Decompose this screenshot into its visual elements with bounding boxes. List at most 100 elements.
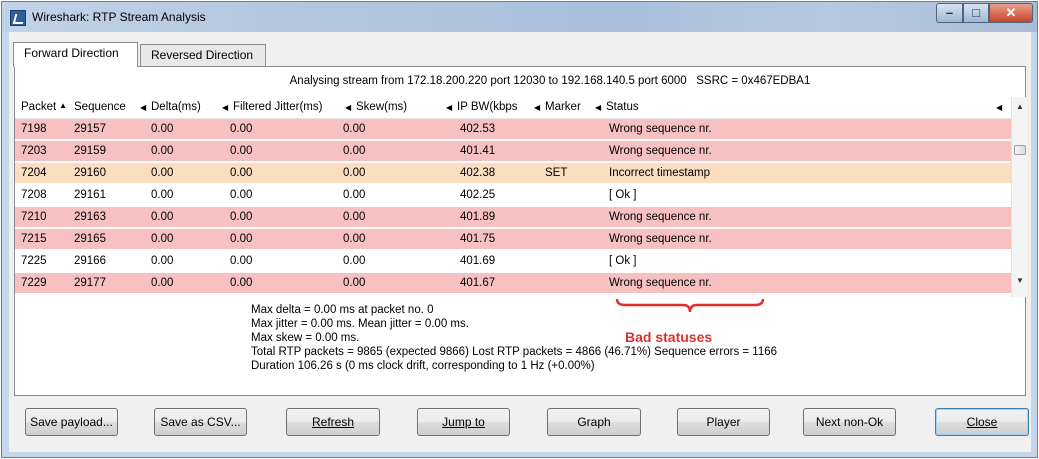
table-row[interactable]: 7210 29163 0.00 0.00 0.00 401.89 Wrong sequenc… — [15, 207, 1011, 228]
player-button[interactable]: Player — [677, 408, 770, 436]
bad-statuses-brace — [615, 299, 765, 313]
status-cell: [ Ok ] — [609, 189, 637, 201]
dialog-client-area: Forward Direction Reversed Direction Ana… — [9, 32, 1031, 452]
scroll-down-icon[interactable]: ▼ — [1012, 273, 1027, 289]
ip-bw-cell: 402.25 — [460, 189, 496, 201]
ip-bw-cell: 402.53 — [460, 123, 496, 135]
sequence-cell: 29177 — [74, 277, 106, 289]
status-cell: Wrong sequence nr. — [609, 277, 712, 289]
column-separator-icon: ◀ — [534, 103, 541, 112]
tab-forward-direction[interactable]: Forward Direction — [13, 42, 138, 67]
column-header-delta[interactable]: Delta(ms) — [151, 101, 201, 113]
save-payload-button[interactable]: Save payload... — [25, 408, 118, 436]
rtp-stream-analysis-window: Wireshark: RTP Stream Analysis – □ ✕ For… — [1, 1, 1038, 458]
delta-cell: 0.00 — [151, 189, 174, 201]
packet-cell: 7210 — [21, 211, 47, 223]
delta-cell: 0.00 — [151, 167, 174, 179]
bad-statuses-label: Bad statuses — [625, 329, 713, 345]
ssrc-value: SSRC = 0x467EDBA1 — [696, 75, 811, 87]
minimize-button[interactable]: – — [936, 3, 963, 23]
close-button[interactable]: Close — [935, 408, 1029, 436]
sequence-cell: 29163 — [74, 211, 106, 223]
status-cell: [ Ok ] — [609, 255, 637, 267]
status-cell: Wrong sequence nr. — [609, 233, 712, 245]
sequence-cell: 29165 — [74, 233, 106, 245]
graph-button[interactable]: Graph — [547, 408, 641, 436]
ip-bw-cell: 402.38 — [460, 167, 496, 179]
packet-cell: 7198 — [21, 123, 47, 135]
ip-bw-cell: 401.75 — [460, 233, 496, 245]
duration-text: Duration 106.26 s (0 ms clock drift, cor… — [251, 360, 595, 372]
marker-cell: SET — [545, 167, 568, 179]
skew-cell: 0.00 — [343, 145, 366, 157]
column-separator-icon: ◀ — [140, 103, 147, 112]
delta-cell: 0.00 — [151, 233, 174, 245]
table-row[interactable]: 7204 29160 0.00 0.00 0.00 402.38 SET Incorrect … — [15, 163, 1011, 184]
delta-cell: 0.00 — [151, 145, 174, 157]
sequence-cell: 29161 — [74, 189, 106, 201]
list-header: Packet ▲ Sequence ◀ Delta(ms) ◀ Filtered … — [15, 97, 1011, 119]
stream-endpoints: Analysing stream from 172.18.200.220 por… — [289, 75, 687, 87]
skew-cell: 0.00 — [343, 233, 366, 245]
maximize-button[interactable]: □ — [963, 3, 989, 23]
delta-cell: 0.00 — [151, 123, 174, 135]
save-as-csv-button[interactable]: Save as CSV... — [154, 408, 247, 436]
packet-cell: 7229 — [21, 277, 47, 289]
jitter-cell: 0.00 — [230, 277, 253, 289]
skew-cell: 0.00 — [343, 277, 366, 289]
rtp-packet-list[interactable]: 7188291490.000.000.00403.00[ Ok ]7198291… — [15, 97, 1027, 297]
jitter-cell: 0.00 — [230, 167, 253, 179]
next-non-ok-button[interactable]: Next non-Ok — [803, 408, 896, 436]
table-row[interactable]: 7225 29166 0.00 0.00 0.00 401.69 [ Ok ] — [15, 251, 1011, 272]
skew-cell: 0.00 — [343, 167, 366, 179]
packet-totals-text: Total RTP packets = 9865 (expected 9866)… — [251, 346, 778, 358]
column-header-filtered-jitter[interactable]: Filtered Jitter(ms) — [233, 101, 322, 113]
ip-bw-cell: 401.41 — [460, 145, 496, 157]
jump-to-button[interactable]: Jump to — [417, 408, 510, 436]
sequence-cell: 29166 — [74, 255, 106, 267]
column-separator-icon: ◀ — [595, 103, 602, 112]
column-separator-icon: ◀ — [446, 103, 453, 112]
column-header-sequence[interactable]: Sequence — [74, 101, 126, 113]
jitter-cell: 0.00 — [230, 255, 253, 267]
packet-cell: 7208 — [21, 189, 47, 201]
column-header-ip-bw[interactable]: IP BW(kbps — [457, 101, 518, 113]
sort-ascending-icon: ▲ — [59, 101, 68, 110]
ip-bw-cell: 401.69 — [460, 255, 496, 267]
table-row[interactable]: 7203 29159 0.00 0.00 0.00 401.41 Wrong sequenc… — [15, 141, 1011, 162]
forward-direction-panel: Analysing stream from 172.18.200.220 por… — [14, 66, 1027, 396]
column-header-skew[interactable]: Skew(ms) — [356, 101, 407, 113]
packet-cell: 7204 — [21, 167, 47, 179]
packet-cell: 7225 — [21, 255, 47, 267]
window-title: Wireshark: RTP Stream Analysis — [32, 10, 206, 24]
status-cell: Incorrect timestamp — [609, 167, 710, 179]
jitter-cell: 0.00 — [230, 211, 253, 223]
column-header-marker[interactable]: Marker — [545, 101, 581, 113]
vertical-scrollbar[interactable]: ▲ ▼ — [1011, 97, 1027, 297]
jitter-cell: 0.00 — [230, 123, 253, 135]
column-header-status[interactable]: Status — [606, 101, 639, 113]
jitter-cell: 0.00 — [230, 233, 253, 245]
ip-bw-cell: 401.89 — [460, 211, 496, 223]
status-cell: Wrong sequence nr. — [609, 145, 712, 157]
jitter-cell: 0.00 — [230, 145, 253, 157]
table-row[interactable]: 7208 29161 0.00 0.00 0.00 402.25 [ Ok ] — [15, 185, 1011, 206]
delta-cell: 0.00 — [151, 277, 174, 289]
table-row[interactable]: 7215 29165 0.00 0.00 0.00 401.75 Wrong sequenc… — [15, 229, 1011, 250]
table-row[interactable]: 7198 29157 0.00 0.00 0.00 402.53 Wrong sequenc… — [15, 119, 1011, 140]
tab-reversed-direction[interactable]: Reversed Direction — [140, 44, 266, 66]
packet-cell: 7203 — [21, 145, 47, 157]
title-bar[interactable]: Wireshark: RTP Stream Analysis – □ ✕ — [2, 2, 1037, 32]
refresh-button[interactable]: Refresh — [286, 408, 380, 436]
scrollbar-thumb[interactable] — [1014, 145, 1026, 155]
column-separator-icon: ◀ — [345, 103, 352, 112]
close-window-button[interactable]: ✕ — [989, 3, 1033, 23]
ip-bw-cell: 401.67 — [460, 277, 496, 289]
column-separator-icon: ◀ — [222, 103, 229, 112]
column-header-packet[interactable]: Packet ▲ — [21, 101, 67, 113]
analysing-stream-info: Analysing stream from 172.18.200.220 por… — [15, 75, 1025, 87]
packet-cell: 7215 — [21, 233, 47, 245]
jitter-cell: 0.00 — [230, 189, 253, 201]
scroll-up-icon[interactable]: ▲ — [1012, 99, 1027, 115]
table-row[interactable]: 7229 29177 0.00 0.00 0.00 401.67 Wrong sequenc… — [15, 273, 1011, 294]
